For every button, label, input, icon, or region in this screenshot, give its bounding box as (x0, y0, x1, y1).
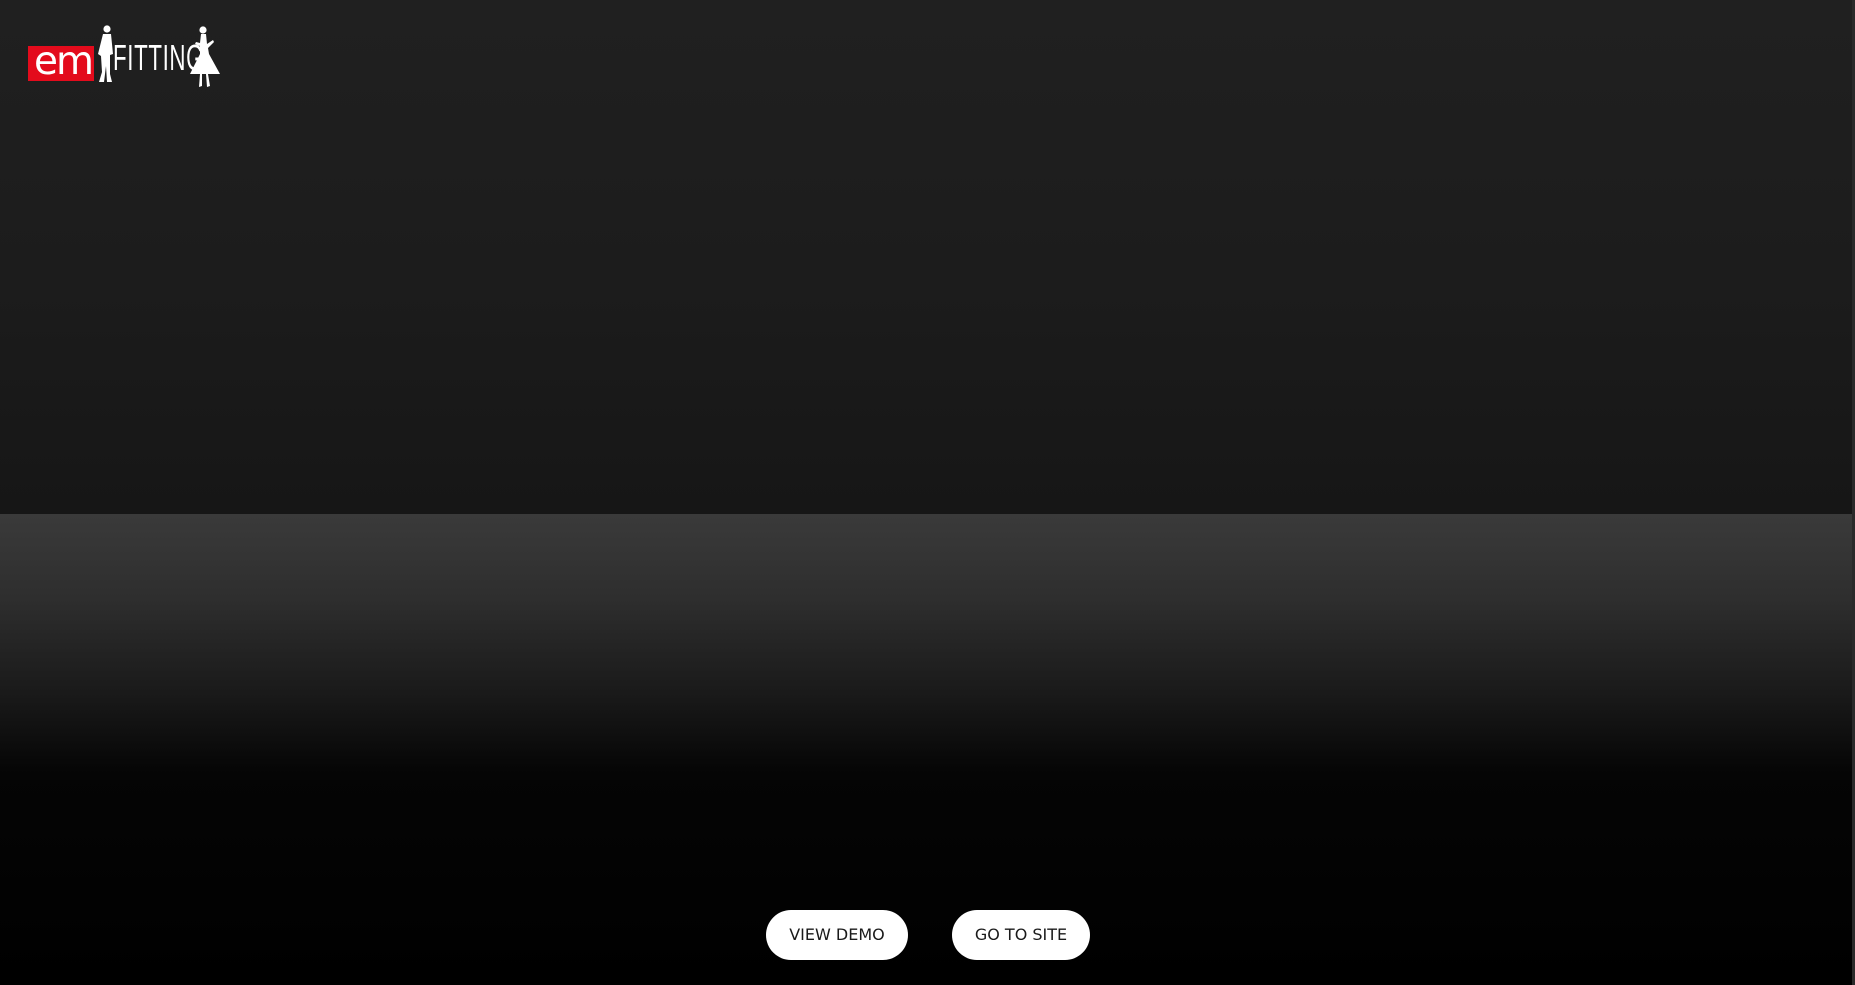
action-buttons: VIEW DEMO GO TO SITE (0, 910, 1855, 960)
woman-silhouette-icon (190, 26, 220, 87)
go-to-site-button[interactable]: GO TO SITE (952, 910, 1090, 960)
man-silhouette-icon (98, 25, 113, 82)
logo-em-text: em (34, 39, 94, 84)
backdrop-wall (0, 0, 1855, 514)
page: em FITTING VIEW DEMO GO TO SITE (0, 0, 1855, 985)
view-demo-button[interactable]: VIEW DEMO (766, 910, 908, 960)
emfitting-logo[interactable]: em FITTING (27, 24, 223, 88)
